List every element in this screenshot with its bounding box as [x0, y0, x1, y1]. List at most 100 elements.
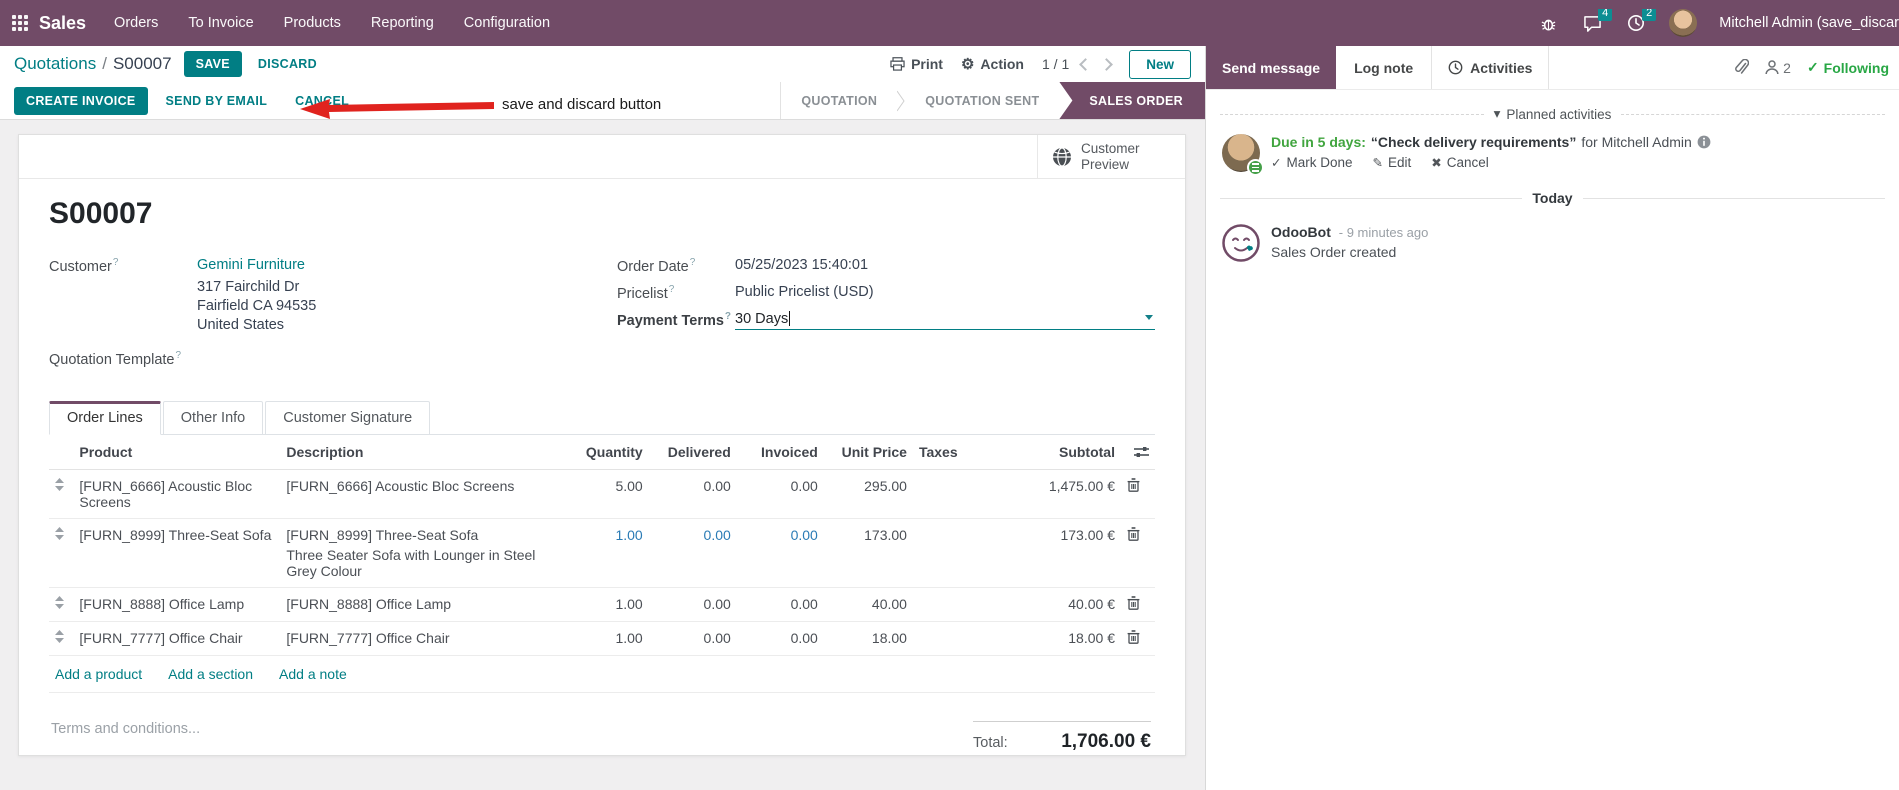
order-line-row[interactable]: [FURN_7777] Office Chair [FURN_7777] Off…	[49, 621, 1155, 656]
cell-quantity[interactable]: 5.00	[561, 469, 649, 519]
dropdown-caret-icon[interactable]	[1145, 314, 1153, 320]
delivered-column-header[interactable]: Delivered	[648, 434, 737, 470]
cancel-activity-button[interactable]: ✖ Cancel	[1431, 155, 1489, 170]
description-column-header[interactable]: Description	[280, 434, 562, 470]
cell-taxes[interactable]	[912, 621, 996, 656]
followers-button[interactable]: 2	[1765, 60, 1791, 76]
add-a-product-link[interactable]: Add a product	[55, 666, 142, 682]
log-note-button[interactable]: Log note	[1336, 46, 1431, 89]
cell-description[interactable]: [FURN_6666] Acoustic Bloc Screens	[280, 469, 562, 519]
send-message-button[interactable]: Send message	[1206, 46, 1337, 89]
unit-price-column-header[interactable]: Unit Price	[823, 434, 913, 470]
delete-row-icon[interactable]	[1127, 596, 1140, 610]
breadcrumb-quotations[interactable]: Quotations	[14, 54, 96, 74]
state-quotation[interactable]: QUOTATION	[781, 82, 897, 119]
menu-to-invoice[interactable]: To Invoice	[188, 15, 253, 31]
cell-quantity[interactable]: 1.00	[561, 621, 649, 656]
pager-next-icon[interactable]	[1100, 57, 1114, 71]
messages-icon[interactable]: 4	[1581, 9, 1613, 34]
drag-handle-icon[interactable]	[55, 477, 64, 491]
terms-and-conditions-field[interactable]: Terms and conditions...	[51, 721, 200, 737]
app-name[interactable]: Sales	[39, 13, 86, 34]
planned-activities-toggle[interactable]: ▾ Planned activities	[1494, 106, 1612, 122]
discard-button[interactable]: DISCARD	[248, 51, 327, 77]
state-quotation-sent[interactable]: QUOTATION SENT	[905, 82, 1059, 119]
product-column-header[interactable]: Product	[73, 434, 281, 470]
drag-handle-icon[interactable]	[55, 595, 64, 609]
print-button[interactable]: Print	[890, 56, 943, 72]
activities-button[interactable]: Activities	[1431, 46, 1550, 89]
cell-taxes[interactable]	[912, 469, 996, 519]
optional-columns-icon[interactable]	[1134, 445, 1149, 459]
menu-configuration[interactable]: Configuration	[464, 15, 550, 31]
cell-taxes[interactable]	[912, 518, 996, 588]
activities-clock-icon[interactable]: 2	[1625, 9, 1657, 34]
send-by-email-button[interactable]: SEND BY EMAIL	[156, 87, 278, 115]
cell-unit-price[interactable]: 173.00	[823, 518, 913, 588]
cell-unit-price[interactable]: 40.00	[823, 587, 913, 622]
cell-unit-price[interactable]: 295.00	[823, 469, 913, 519]
pager-previous-icon[interactable]	[1079, 57, 1093, 71]
subtotal-column-header[interactable]: Subtotal	[995, 434, 1121, 470]
user-avatar[interactable]	[1669, 9, 1698, 37]
cell-product[interactable]: [FURN_7777] Office Chair	[73, 621, 281, 656]
tab-other-info[interactable]: Other Info	[162, 400, 264, 435]
customer-preview-button[interactable]: Customer Preview	[1037, 135, 1185, 178]
create-invoice-button[interactable]: CREATE INVOICE	[14, 86, 148, 115]
cell-product[interactable]: [FURN_6666] Acoustic Bloc Screens	[73, 469, 281, 519]
apps-grid-icon[interactable]	[12, 14, 29, 32]
add-a-note-link[interactable]: Add a note	[279, 666, 347, 682]
drag-handle-icon[interactable]	[55, 526, 64, 540]
menu-orders[interactable]: Orders	[114, 15, 158, 31]
new-button[interactable]: New	[1129, 49, 1191, 79]
cell-delivered[interactable]: 0.00	[648, 587, 737, 622]
drag-handle-icon[interactable]	[55, 629, 64, 643]
cell-description[interactable]: [FURN_7777] Office Chair	[280, 621, 562, 656]
odoobot-avatar[interactable]	[1222, 224, 1260, 262]
cell-invoiced[interactable]: 0.00	[736, 621, 824, 656]
taxes-column-header[interactable]: Taxes	[912, 434, 996, 470]
cell-taxes[interactable]	[912, 587, 996, 622]
invoiced-column-header[interactable]: Invoiced	[736, 434, 824, 470]
menu-products[interactable]: Products	[284, 15, 341, 31]
pricelist-value[interactable]: Public Pricelist (USD)	[735, 284, 874, 302]
order-line-row[interactable]: [FURN_6666] Acoustic Bloc Screens [FURN_…	[49, 469, 1155, 519]
cell-description[interactable]: [FURN_8999] Three-Seat Sofa Three Seater …	[280, 518, 562, 588]
state-sales-order[interactable]: SALES ORDER	[1059, 82, 1205, 119]
cell-invoiced[interactable]: 0.00	[736, 469, 824, 519]
activity-avatar[interactable]	[1222, 134, 1264, 176]
tab-customer-signature[interactable]: Customer Signature	[265, 400, 431, 435]
cell-quantity[interactable]: 1.00	[561, 587, 649, 622]
cell-product[interactable]: [FURN_8888] Office Lamp	[73, 587, 281, 622]
order-line-row[interactable]: [FURN_8888] Office Lamp [FURN_8888] Offi…	[49, 587, 1155, 622]
action-button[interactable]: ⚙ Action	[961, 55, 1024, 73]
info-icon[interactable]	[1697, 135, 1711, 149]
tab-order-lines[interactable]: Order Lines	[49, 400, 161, 435]
cell-invoiced[interactable]: 0.00	[736, 587, 824, 622]
menu-reporting[interactable]: Reporting	[371, 15, 434, 31]
delete-row-icon[interactable]	[1127, 478, 1140, 492]
quotation-template-field[interactable]: Quotation Template?	[49, 350, 617, 368]
quantity-column-header[interactable]: Quantity	[561, 434, 649, 470]
user-name[interactable]: Mitchell Admin (save_discar	[1719, 15, 1899, 31]
cancel-button[interactable]: CANCEL	[285, 87, 359, 115]
cell-quantity[interactable]: 1.00	[561, 518, 649, 588]
debug-bug-icon[interactable]	[1537, 12, 1559, 34]
payment-terms-input[interactable]: 30 Days	[735, 311, 1155, 330]
delete-row-icon[interactable]	[1127, 527, 1140, 541]
cell-description[interactable]: [FURN_8888] Office Lamp	[280, 587, 562, 622]
cell-delivered[interactable]: 0.00	[648, 621, 737, 656]
order-date-value[interactable]: 05/25/2023 15:40:01	[735, 257, 868, 275]
message-author[interactable]: OdooBot	[1271, 224, 1331, 240]
cell-unit-price[interactable]: 18.00	[823, 621, 913, 656]
attachments-button[interactable]	[1734, 59, 1750, 76]
cell-invoiced[interactable]: 0.00	[736, 518, 824, 588]
cell-delivered[interactable]: 0.00	[648, 518, 737, 588]
following-button[interactable]: ✓ Following	[1807, 59, 1889, 76]
customer-link[interactable]: Gemini Furniture	[197, 257, 316, 273]
mark-done-button[interactable]: ✓ Mark Done	[1271, 155, 1353, 170]
edit-activity-button[interactable]: ✎ Edit	[1373, 155, 1412, 170]
delete-row-icon[interactable]	[1127, 630, 1140, 644]
cell-product[interactable]: [FURN_8999] Three-Seat Sofa	[73, 518, 281, 588]
add-a-section-link[interactable]: Add a section	[168, 666, 253, 682]
